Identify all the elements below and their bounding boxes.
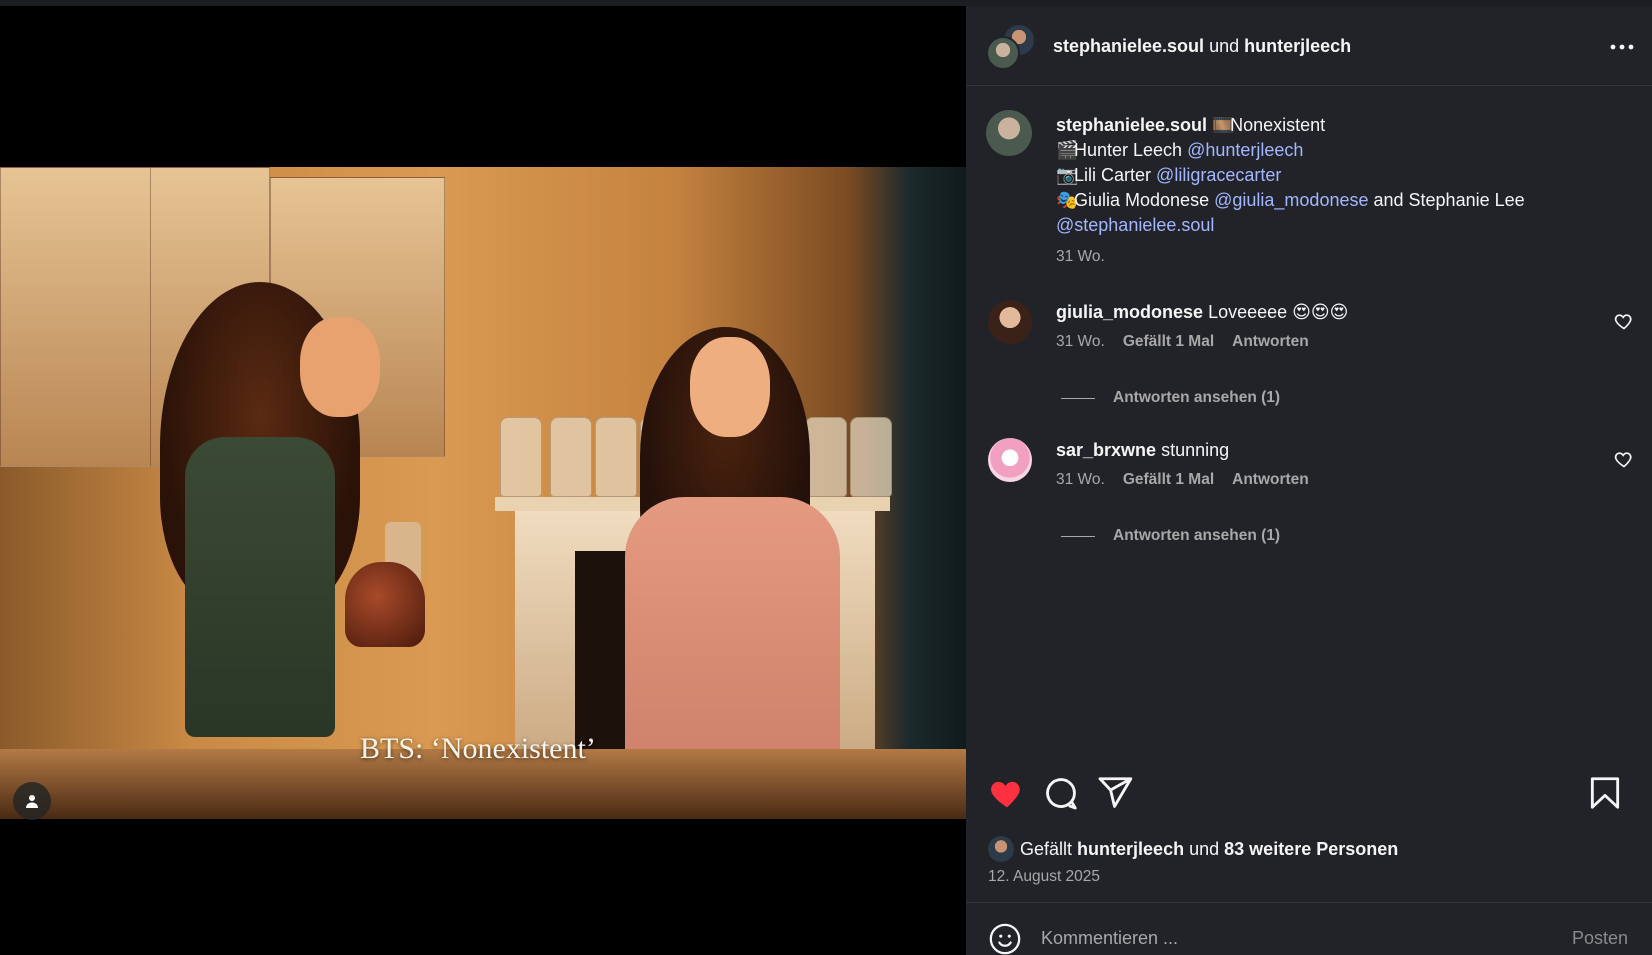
jar [500,417,542,497]
post-caption: stephanielee.soul 🎞️Nonexistent 🎬Hunter … [1056,113,1636,269]
person-left-body [185,437,335,737]
jar [850,417,892,497]
view-replies-button[interactable]: Antworten ansehen (1) [1061,389,1280,407]
kettle [345,562,425,647]
reply-button[interactable]: Antworten [1232,333,1309,351]
reply-button[interactable]: Antworten [1232,471,1309,489]
view-replies-label: Antworten ansehen (1) [1113,389,1281,406]
coauthor-username[interactable]: hunterjleech [1244,36,1351,56]
heart-filled-icon[interactable] [988,774,1026,812]
video-caption-overlay: BTS: ‘Nonexistent’ [360,732,596,765]
comment: giulia_modonese Loveeeee 😍😍😍 31 Wo. Gefä… [1056,302,1616,351]
caption-credit: Giulia Modonese [1074,190,1210,210]
view-replies-button[interactable]: Antworten ansehen (1) [1061,527,1280,545]
bookmark-icon[interactable] [1586,774,1624,812]
likes-summary: Gefällt hunterjleech und 83 weitere Pers… [988,836,1398,862]
more-horizontal-icon[interactable] [1602,32,1642,62]
avatar[interactable] [986,36,1020,70]
action-bar [988,774,1628,814]
mention-link[interactable]: @giulia_modonese [1214,190,1368,210]
comment-composer: Posten [988,918,1628,955]
caption-credit: Lili Carter [1074,165,1152,185]
comment: sar_brxwne stunning 31 Wo. Gefällt 1 Mal… [1056,440,1616,489]
avatar[interactable] [988,300,1032,344]
clapper-emoji: 🎬 [1056,140,1079,160]
jar [595,417,637,497]
likes-others-link[interactable]: 83 weitere Personen [1224,839,1398,860]
camera-emoji: 📷 [1056,165,1079,185]
heart-outline-icon[interactable] [1614,311,1634,331]
post-date[interactable]: 12. August 2025 [988,868,1100,886]
caption-credit: Hunter Leech [1074,140,1183,160]
send-icon[interactable] [1096,774,1134,812]
post-header: stephanielee.soul und hunterjleech [966,6,1652,86]
authors-connector: und [1209,36,1240,56]
author-username[interactable]: stephanielee.soul [1053,36,1204,56]
comment-username[interactable]: sar_brxwne [1056,440,1156,460]
comment-username[interactable]: giulia_modonese [1056,302,1203,322]
avatar[interactable] [988,836,1014,862]
cabinet [0,167,165,467]
person-right-face [690,337,770,437]
mention-link[interactable]: @liligracecarter [1156,165,1281,185]
view-replies-label: Antworten ansehen (1) [1113,527,1281,544]
likes-connector: und [1189,838,1220,859]
caption-title: Nonexistent [1230,115,1326,135]
user-tag-icon[interactable] [13,782,51,820]
comment-icon[interactable] [1042,774,1080,812]
film-emoji: 🎞️ [1212,115,1235,135]
post-button[interactable]: Posten [1572,928,1628,949]
mention-link[interactable]: @stephanielee.soul [1056,215,1214,235]
comment-likes[interactable]: Gefällt 1 Mal [1123,333,1214,351]
divider [966,902,1652,903]
media-viewer: BTS: ‘Nonexistent’ [0,6,966,955]
smiley-icon[interactable] [988,922,1022,955]
caption-credit: and Stephanie Lee [1373,190,1525,210]
likes-prefix: Gefällt [1020,838,1073,859]
comment-likes[interactable]: Gefällt 1 Mal [1123,471,1214,489]
mention-link[interactable]: @hunterjleech [1187,140,1303,160]
jar [805,417,847,497]
comment-timestamp[interactable]: 31 Wo. [1056,333,1105,351]
caption-timestamp[interactable]: 31 Wo. [1056,244,1636,269]
post-authors: stephanielee.soul und hunterjleech [1053,36,1351,57]
comment-timestamp[interactable]: 31 Wo. [1056,471,1105,489]
comment-text: Loveeeee 😍😍😍 [1208,302,1349,322]
comment-input[interactable] [1041,922,1531,954]
post-details-panel: stephanielee.soul und hunterjleech steph… [966,6,1652,955]
jar [550,417,592,497]
avatar[interactable] [988,438,1032,482]
heart-outline-icon[interactable] [1614,449,1634,469]
person-left-face [300,317,380,417]
masks-emoji: 🎭 [1056,190,1079,210]
avatar[interactable] [986,110,1032,156]
comment-text: stunning [1161,440,1230,460]
post-video[interactable]: BTS: ‘Nonexistent’ [0,167,966,819]
caption-author[interactable]: stephanielee.soul [1056,115,1207,135]
liker-username[interactable]: hunterjleech [1077,839,1184,860]
